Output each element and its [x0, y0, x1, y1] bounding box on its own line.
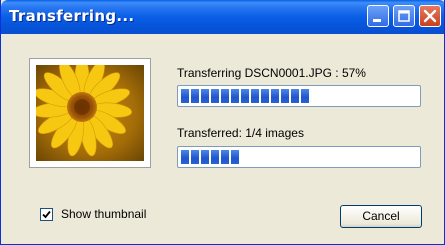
file-progress-bar: [177, 85, 421, 107]
progress-segment: [191, 89, 199, 103]
thumbnail-image: [36, 65, 144, 161]
progress-segment: [281, 89, 289, 103]
close-icon: [423, 9, 437, 23]
title-bar[interactable]: Transferring...: [1, 0, 444, 34]
images-status-label: Transferred: 1/4 images: [177, 126, 304, 140]
progress-segment: [191, 150, 199, 164]
progress-segment: [221, 89, 229, 103]
checkmark-icon: [42, 210, 51, 219]
window-title: Transferring...: [9, 7, 135, 25]
progress-segment: [261, 89, 269, 103]
show-thumbnail-checkbox[interactable]: [40, 208, 53, 221]
progress-segment: [241, 89, 249, 103]
cancel-button[interactable]: Cancel: [340, 205, 422, 228]
transfer-dialog: Transferring... Transferring DSCN0001.JP…: [0, 0, 445, 245]
file-status-label: Transferring DSCN0001.JPG : 57%: [177, 66, 366, 80]
maximize-button[interactable]: [393, 5, 415, 27]
progress-segment: [291, 89, 299, 103]
progress-segment: [231, 89, 239, 103]
thumbnail-frame: [29, 58, 151, 168]
progress-segment: [211, 150, 219, 164]
progress-segment: [231, 150, 239, 164]
images-progress-bar: [177, 146, 421, 168]
progress-segment: [181, 150, 189, 164]
progress-segment: [251, 89, 259, 103]
progress-segment: [271, 89, 279, 103]
close-button[interactable]: [419, 5, 441, 27]
progress-segment: [201, 89, 209, 103]
progress-segment: [211, 89, 219, 103]
minimize-button[interactable]: [367, 5, 389, 27]
show-thumbnail-label[interactable]: Show thumbnail: [61, 207, 146, 221]
progress-segment: [301, 89, 309, 103]
minimize-icon: [373, 19, 381, 22]
progress-segment: [221, 150, 229, 164]
progress-segment: [201, 150, 209, 164]
maximize-icon: [398, 10, 410, 22]
progress-segment: [181, 89, 189, 103]
